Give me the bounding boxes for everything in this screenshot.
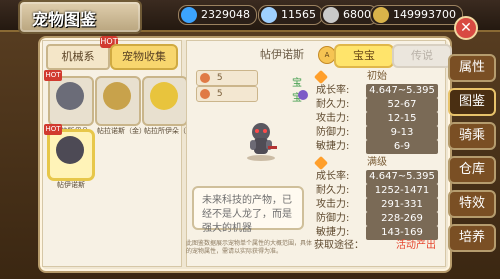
stat-row: 耐久力: 52-67 <box>314 98 440 112</box>
gem-icon <box>261 7 277 23</box>
nav-effects[interactable]: 特效 <box>448 190 496 218</box>
stat-row: 攻击力: 291-331 <box>314 198 440 212</box>
stat-row: 成长率: 4.647~5.395 <box>314 170 440 184</box>
stat-row: 耐久力: 1252-1471 <box>314 184 440 198</box>
stat-value: 9-13 <box>366 126 438 140</box>
diamond-icon <box>181 7 197 23</box>
pet-name: 帖拉诺斯（金） <box>97 127 146 135</box>
detail-header: 帖伊诺斯 A 宝宝 传说 <box>186 44 452 68</box>
stat-value: 12-15 <box>366 112 438 126</box>
stat-value: 52-67 <box>366 98 438 112</box>
pet-cell[interactable]: 帖拉诺斯（金） <box>95 76 146 135</box>
resource-gold: 149993700 <box>370 5 463 25</box>
stat-label: 成长率: <box>316 171 350 182</box>
stats-initial-title: 初始 <box>313 69 440 85</box>
stat-value: 1252-1471 <box>366 184 438 198</box>
nav-attributes[interactable]: 属性 <box>448 54 496 82</box>
pet-portrait <box>56 82 84 110</box>
level-b: 5 <box>196 86 258 102</box>
hot-badge: HOT <box>44 124 62 135</box>
pet-description: 未来科技的产物，已经不是人龙了，而是强大的机器 <box>192 186 304 234</box>
stat-label: 耐久力: <box>316 99 350 110</box>
resource-value: 2329048 <box>201 8 250 21</box>
stat-label: 攻击力: <box>316 113 350 124</box>
page-title: 宠物图鉴 <box>32 10 97 29</box>
pet-name: 帖伊诺斯 <box>57 181 85 189</box>
nav-codex[interactable]: 图鉴 <box>448 88 496 116</box>
top-bar: 宠物图鉴 2329048 11565 6800 149993700 <box>0 0 500 34</box>
stats-max-title-text: 满级 <box>367 157 387 168</box>
tab-baby[interactable]: 宝宝 <box>334 44 394 68</box>
level-icon <box>200 88 210 99</box>
stat-value: 4.647~5.395 <box>366 84 438 98</box>
stat-label: 防御力: <box>316 213 350 224</box>
gold-icon <box>373 7 389 23</box>
stat-row: 防御力: 228-269 <box>314 212 440 226</box>
acquire-link[interactable]: 活动产出 <box>396 236 436 251</box>
stat-value: 6-9 <box>366 140 438 154</box>
resource-value: 149993700 <box>393 8 456 21</box>
stat-label: 攻击力: <box>316 199 350 210</box>
stat-row: 防御力: 9-13 <box>314 126 440 140</box>
acquire-row: 获取途径： 活动产出 <box>314 236 440 251</box>
right-nav: 属性 图鉴 骑乘 仓库 特效 培养 <box>448 48 500 270</box>
close-button[interactable]: ✕ <box>454 16 478 40</box>
pet-portrait <box>103 82 131 110</box>
level-a: 5 <box>196 70 258 86</box>
stat-label: 成长率: <box>316 85 350 96</box>
category-label: 机械系 <box>61 50 95 63</box>
pet-cell[interactable]: 帖拉所伊朵（金） <box>142 76 200 135</box>
stat-row: 敏捷力: 6-9 <box>314 140 440 154</box>
level-icon <box>200 72 210 83</box>
coin-icon <box>323 7 339 23</box>
category-tab[interactable]: 机械系 HOT <box>46 36 118 70</box>
resource-value: 6800 <box>343 8 371 21</box>
stats-initial-title-text: 初始 <box>367 71 387 82</box>
initial-gem-icon <box>313 69 329 85</box>
level-a-value: 5 <box>216 73 223 83</box>
pet-collection-button[interactable]: 宠物收集 <box>110 44 178 70</box>
level-b-value: 5 <box>216 89 223 99</box>
pet-description-text: 未来科技的产物，已经不是人龙了，而是强大的机器 <box>202 195 292 234</box>
title-plate: 宠物图鉴 <box>18 0 142 34</box>
stat-value: 228-269 <box>366 212 438 226</box>
pet-portrait <box>56 136 84 164</box>
stat-value: 4.647~5.395 <box>366 170 438 184</box>
stat-label: 敏捷力: <box>316 141 350 152</box>
max-gem-icon <box>313 155 329 171</box>
stat-row: 攻击力: 12-15 <box>314 112 440 126</box>
nav-train[interactable]: 培养 <box>448 224 496 252</box>
pet-name: 帖拉所伊朵（金） <box>144 127 200 135</box>
stat-label: 耐久力: <box>316 185 350 196</box>
pet-name: 帖伊诺斯 <box>260 48 304 61</box>
hot-badge: HOT <box>44 70 62 81</box>
acquire-label: 获取途径： <box>314 240 364 251</box>
tier-icon <box>298 90 308 100</box>
nav-storage[interactable]: 仓库 <box>448 156 496 184</box>
tab-legend[interactable]: 传说 <box>392 44 452 68</box>
stat-row: 成长率: 4.647~5.395 <box>314 84 440 98</box>
pet-cell[interactable]: HOT 帖拉所伊朵 <box>44 70 94 135</box>
stat-label: 防御力: <box>316 127 350 138</box>
resource-diamond: 2329048 <box>178 5 257 25</box>
pet-sprite <box>247 123 277 161</box>
pet-cell-selected[interactable]: HOT 帖伊诺斯 <box>44 124 94 189</box>
resource-value: 11565 <box>281 8 316 21</box>
nav-ride[interactable]: 骑乘 <box>448 122 496 150</box>
disclaimer-note: 此图鉴数据展示宠物单个属性的大概范围，具体的宠物属性，需请以实际获得为准。 <box>186 240 313 255</box>
pet-portrait <box>150 82 178 110</box>
stats-panel: 初始 成长率: 4.647~5.395 耐久力: 52-67 攻击力: 12-1… <box>313 69 440 240</box>
stat-value: 291-331 <box>366 198 438 212</box>
pet-collection-label: 宠物收集 <box>122 50 166 63</box>
resource-gem: 11565 <box>258 5 323 25</box>
pet-stage: 5 5 宝宝 <box>196 70 308 190</box>
stats-max-title: 满级 <box>313 155 440 171</box>
